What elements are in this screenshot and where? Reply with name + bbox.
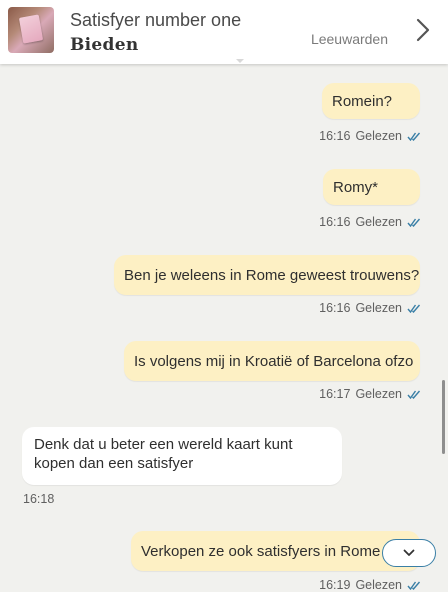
double-check-icon — [407, 390, 421, 399]
message-time: 16:16 — [319, 301, 351, 315]
conversation-header[interactable]: Satisfyer number one Bieden Leeuwarden — [0, 0, 448, 64]
read-status: Gelezen — [355, 301, 402, 315]
message-time: 16:16 — [319, 129, 351, 143]
double-check-icon — [407, 304, 421, 313]
listing-title: Satisfyer number one — [70, 10, 242, 30]
chevron-right-icon[interactable] — [416, 18, 430, 42]
outgoing-message[interactable]: Romein? — [322, 83, 420, 119]
message-meta: 16:18 — [23, 492, 54, 506]
message-meta: 16:17 Gelezen — [319, 387, 421, 401]
read-status: Gelezen — [355, 129, 402, 143]
outgoing-message[interactable]: Verkopen ze ook satisfyers in Rome c — [131, 531, 420, 571]
message-text: Denk dat u beter een wereld kaart kunt k… — [34, 436, 293, 472]
product-image — [18, 14, 44, 44]
message-time: 16:16 — [319, 215, 351, 229]
message-meta: 16:19 Gelezen — [319, 578, 421, 592]
bid-label[interactable]: Bieden — [70, 35, 139, 55]
incoming-message[interactable]: Denk dat u beter een wereld kaart kunt k… — [22, 427, 342, 485]
header-notch — [236, 59, 244, 63]
message-time: 16:18 — [23, 492, 55, 506]
double-check-icon — [407, 581, 421, 590]
double-check-icon — [407, 132, 421, 141]
scrollbar[interactable] — [442, 380, 445, 454]
outgoing-message[interactable]: Is volgens mij in Kroatië of Barcelona o… — [124, 341, 420, 381]
message-time: 16:19 — [319, 578, 351, 592]
outgoing-message[interactable]: Ben je weleens in Rome geweest trouwens? — [114, 255, 420, 295]
message-text: Romy* — [333, 178, 379, 196]
read-status: Gelezen — [355, 578, 402, 592]
message-meta: 16:16 Gelezen — [319, 215, 421, 229]
read-status: Gelezen — [355, 387, 402, 401]
chevron-down-icon — [403, 549, 415, 556]
message-text: Verkopen ze ook satisfyers in Rome c — [141, 542, 392, 560]
seller-location: Leeuwarden — [310, 31, 388, 47]
outgoing-message[interactable]: Romy* — [323, 169, 420, 205]
double-check-icon — [407, 218, 421, 227]
message-time: 16:17 — [319, 387, 351, 401]
message-text: Romein? — [332, 92, 393, 110]
message-text: Is volgens mij in Kroatië of Barcelona o… — [134, 352, 414, 370]
scroll-to-bottom-button[interactable] — [382, 539, 436, 567]
message-text: Ben je weleens in Rome geweest trouwens? — [124, 266, 420, 284]
read-status: Gelezen — [355, 215, 402, 229]
message-meta: 16:16 Gelezen — [319, 129, 421, 143]
message-meta: 16:16 Gelezen — [319, 301, 421, 315]
listing-thumbnail[interactable] — [8, 7, 54, 53]
